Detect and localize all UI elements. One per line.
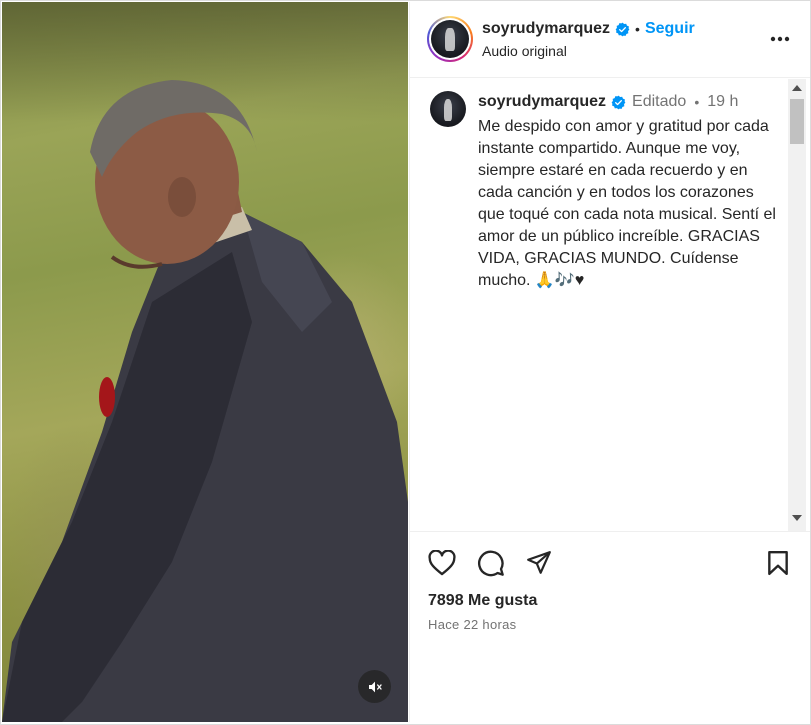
post-video[interactable] xyxy=(2,2,408,722)
caption-username[interactable]: soyrudymarquez xyxy=(478,93,606,111)
mute-button[interactable] xyxy=(358,670,391,703)
follow-button[interactable]: Seguir xyxy=(645,20,695,38)
header-separator: • xyxy=(635,21,640,37)
action-bar: 7898 Me gusta Hace 22 horas xyxy=(410,531,810,722)
heart-icon xyxy=(428,550,456,576)
scroll-down-arrow-icon xyxy=(792,515,802,521)
post-header: soyrudymarquez • Seguir Audio original xyxy=(410,2,810,78)
caption-area: soyrudymarquez Editado • 19 h Me despido… xyxy=(410,79,810,531)
header-username[interactable]: soyrudymarquez xyxy=(482,20,610,38)
share-icon xyxy=(527,551,551,574)
verified-badge-icon xyxy=(615,22,630,36)
comment-icon xyxy=(478,550,504,577)
person-figure xyxy=(2,80,408,722)
post-side-panel: soyrudymarquez • Seguir Audio original s… xyxy=(409,2,810,722)
bookmark-icon xyxy=(768,550,788,576)
audio-link[interactable]: Audio original xyxy=(482,43,567,59)
scroll-down-button[interactable] xyxy=(788,509,806,527)
caption-avatar[interactable] xyxy=(430,91,466,127)
likes-count[interactable]: 7898 Me gusta xyxy=(428,592,537,610)
more-options-button[interactable] xyxy=(768,27,792,51)
scroll-up-arrow-icon xyxy=(792,85,802,91)
scrollbar-thumb[interactable] xyxy=(790,99,804,144)
verified-badge-icon xyxy=(611,95,626,109)
like-button[interactable] xyxy=(427,548,457,578)
edited-label: Editado xyxy=(632,93,687,110)
avatar[interactable] xyxy=(431,20,469,58)
muted-speaker-icon xyxy=(368,681,382,692)
share-button[interactable] xyxy=(524,548,554,578)
save-button[interactable] xyxy=(763,548,793,578)
scrollbar-track[interactable] xyxy=(788,79,806,531)
more-options-icon xyxy=(770,36,790,42)
posted-timestamp[interactable]: Hace 22 horas xyxy=(428,617,516,632)
caption-text: Me despido con amor y gratitud por cada … xyxy=(478,118,781,289)
story-ring[interactable] xyxy=(427,16,473,62)
comment-button[interactable] xyxy=(476,548,506,578)
caption-separator: • xyxy=(694,94,700,110)
post-time[interactable]: 19 h xyxy=(707,93,738,111)
scroll-up-button[interactable] xyxy=(788,79,806,97)
